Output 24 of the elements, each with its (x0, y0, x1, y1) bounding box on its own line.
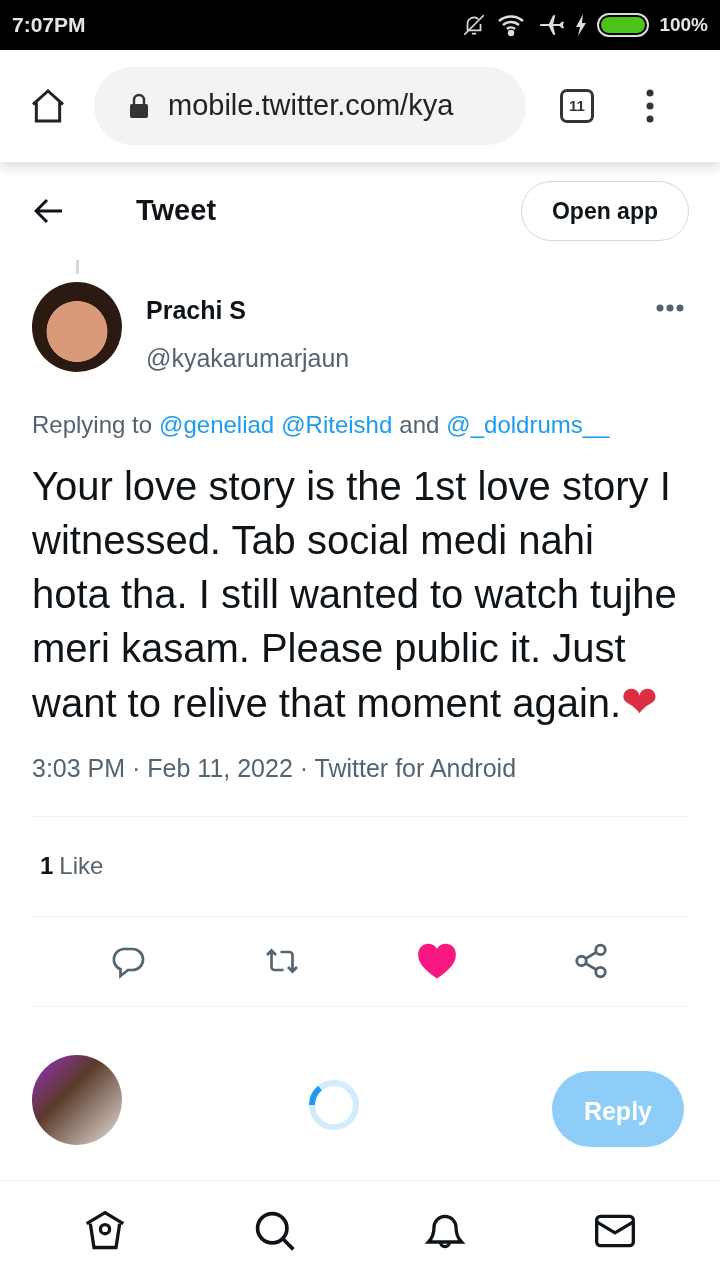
url-text: mobile.twitter.com/kya (168, 88, 454, 124)
replying-text: and (399, 410, 440, 440)
like-count[interactable]: 1 (40, 848, 54, 884)
user-handle[interactable]: @kyakarumarjaun (146, 339, 350, 377)
tweet-timestamp[interactable]: 3:03 PM · Feb 11, 2022 · Twitter for Android (32, 750, 688, 817)
airplane-icon (537, 12, 566, 38)
heart-icon[interactable] (418, 943, 456, 979)
page-title: Tweet (136, 193, 217, 229)
tweet-text: Your love story is the 1st love story I witnessed. Tab social medi nahi hota tha. I still wanted to watch tujhe meri kasam. Please public it. Just want to relive that moment again.❤ (32, 463, 678, 728)
status-time: 7:07PM (12, 12, 86, 39)
battery-icon (597, 13, 650, 37)
more-options-icon[interactable] (656, 304, 684, 312)
display-name[interactable]: Prachi S (146, 292, 350, 330)
share-icon[interactable] (572, 942, 610, 980)
tab-count-button[interactable]: 11 (560, 89, 594, 123)
lock-icon (128, 93, 150, 119)
more-menu-icon[interactable] (646, 89, 654, 123)
battery-percent: 100% (659, 12, 708, 37)
back-arrow-icon[interactable] (34, 198, 64, 224)
like-label[interactable]: Like (59, 848, 104, 884)
address-bar[interactable]: mobile.twitter.com/kya (94, 67, 526, 145)
charging-icon (575, 14, 588, 36)
replying-text: Replying to (32, 410, 153, 440)
loading-spinner-icon (308, 1078, 360, 1131)
